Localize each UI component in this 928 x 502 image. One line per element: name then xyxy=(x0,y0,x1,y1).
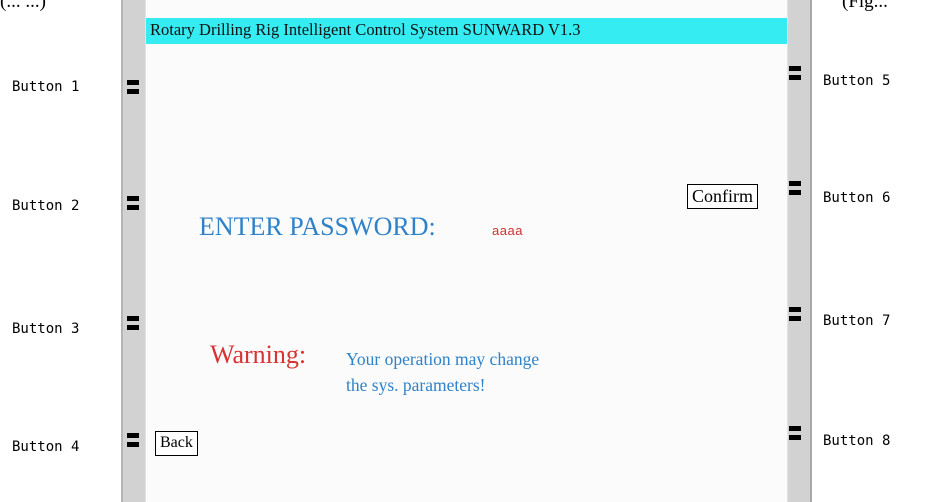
hw-button-1-label: Button 1 xyxy=(12,79,80,95)
hw-button-2[interactable] xyxy=(127,196,139,210)
hw-button-4-label: Button 4 xyxy=(12,439,80,455)
hw-button-6-label: Button 6 xyxy=(823,190,891,206)
hw-button-4[interactable] xyxy=(127,433,139,447)
left-bezel xyxy=(121,0,147,502)
password-field[interactable]: aaaa xyxy=(492,223,523,238)
hw-button-7[interactable] xyxy=(789,307,801,321)
hw-button-2-label: Button 2 xyxy=(12,198,80,214)
warning-line-2: the sys. parameters! xyxy=(346,375,486,395)
warning-message: Your operation may change the sys. param… xyxy=(346,346,539,398)
hw-button-8-label: Button 8 xyxy=(823,433,891,449)
hw-button-3-label: Button 3 xyxy=(12,321,80,337)
caption-fragment-right: (Fig... xyxy=(842,0,888,12)
hw-button-5-label: Button 5 xyxy=(823,73,891,89)
control-screen: Rotary Drilling Rig Intelligent Control … xyxy=(145,0,788,502)
warning-line-1: Your operation may change xyxy=(346,349,540,369)
hw-button-8[interactable] xyxy=(789,426,801,440)
back-button[interactable]: Back xyxy=(155,431,198,456)
password-label: ENTER PASSWORD: xyxy=(199,212,436,241)
hw-button-6[interactable] xyxy=(789,181,801,195)
hw-button-5[interactable] xyxy=(789,66,801,80)
screen-title: Rotary Drilling Rig Intelligent Control … xyxy=(150,20,581,39)
hw-button-7-label: Button 7 xyxy=(823,313,891,329)
warning-label: Warning: xyxy=(210,340,307,369)
hw-button-3[interactable] xyxy=(127,316,139,330)
hw-button-1[interactable] xyxy=(127,80,139,94)
caption-fragment-left: (... ...) xyxy=(0,0,46,12)
screen-header: Rotary Drilling Rig Intelligent Control … xyxy=(146,18,787,44)
confirm-button[interactable]: Confirm xyxy=(687,184,758,209)
